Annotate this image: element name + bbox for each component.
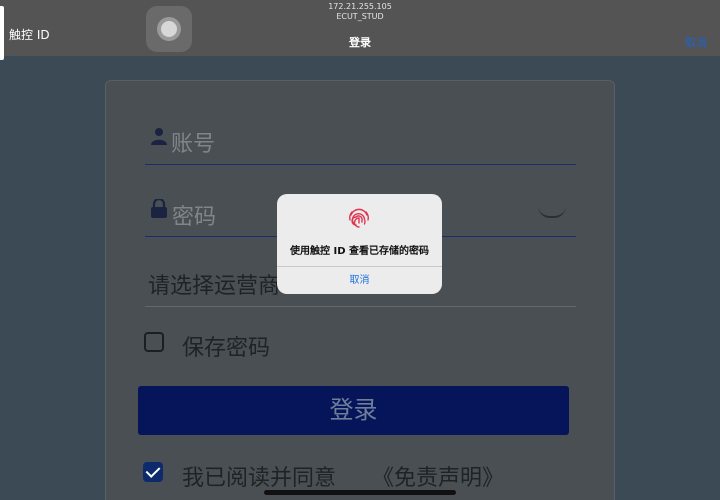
network-ssid: ECUT_STUD: [336, 12, 384, 21]
lock-icon: [151, 197, 167, 223]
alert-cancel-button[interactable]: 取消: [277, 267, 442, 294]
nav-cancel-button[interactable]: 取消: [685, 34, 707, 50]
password-input[interactable]: 密码: [172, 199, 216, 231]
save-password-checkbox[interactable]: [144, 332, 164, 352]
disclaimer-link[interactable]: 《免责声明》: [372, 460, 504, 492]
alert-message: 使用触控 ID 查看已存储的密码: [290, 246, 429, 257]
agree-label: 我已阅读并同意: [182, 466, 337, 491]
agree-checkbox[interactable]: [143, 462, 163, 482]
home-indicator[interactable]: [264, 490, 456, 495]
fingerprint-icon: [347, 206, 371, 230]
top-bar: 触控 ID 172.21.255.105 ECUT_STUD 登录 取消: [0, 0, 720, 60]
ip-address: 172.21.255.105: [328, 2, 392, 11]
carrier-select[interactable]: 请选择运营商: [148, 268, 280, 300]
login-button[interactable]: 登录: [138, 386, 569, 435]
account-input[interactable]: 账号: [171, 126, 215, 158]
account-underline: [145, 164, 576, 165]
touchid-alert: 使用触控 ID 查看已存储的密码 取消: [277, 194, 442, 294]
save-password-label: 保存密码: [182, 336, 271, 361]
user-icon: [150, 127, 168, 150]
carrier-underline: [145, 306, 576, 307]
page-title: 登录: [349, 36, 371, 49]
